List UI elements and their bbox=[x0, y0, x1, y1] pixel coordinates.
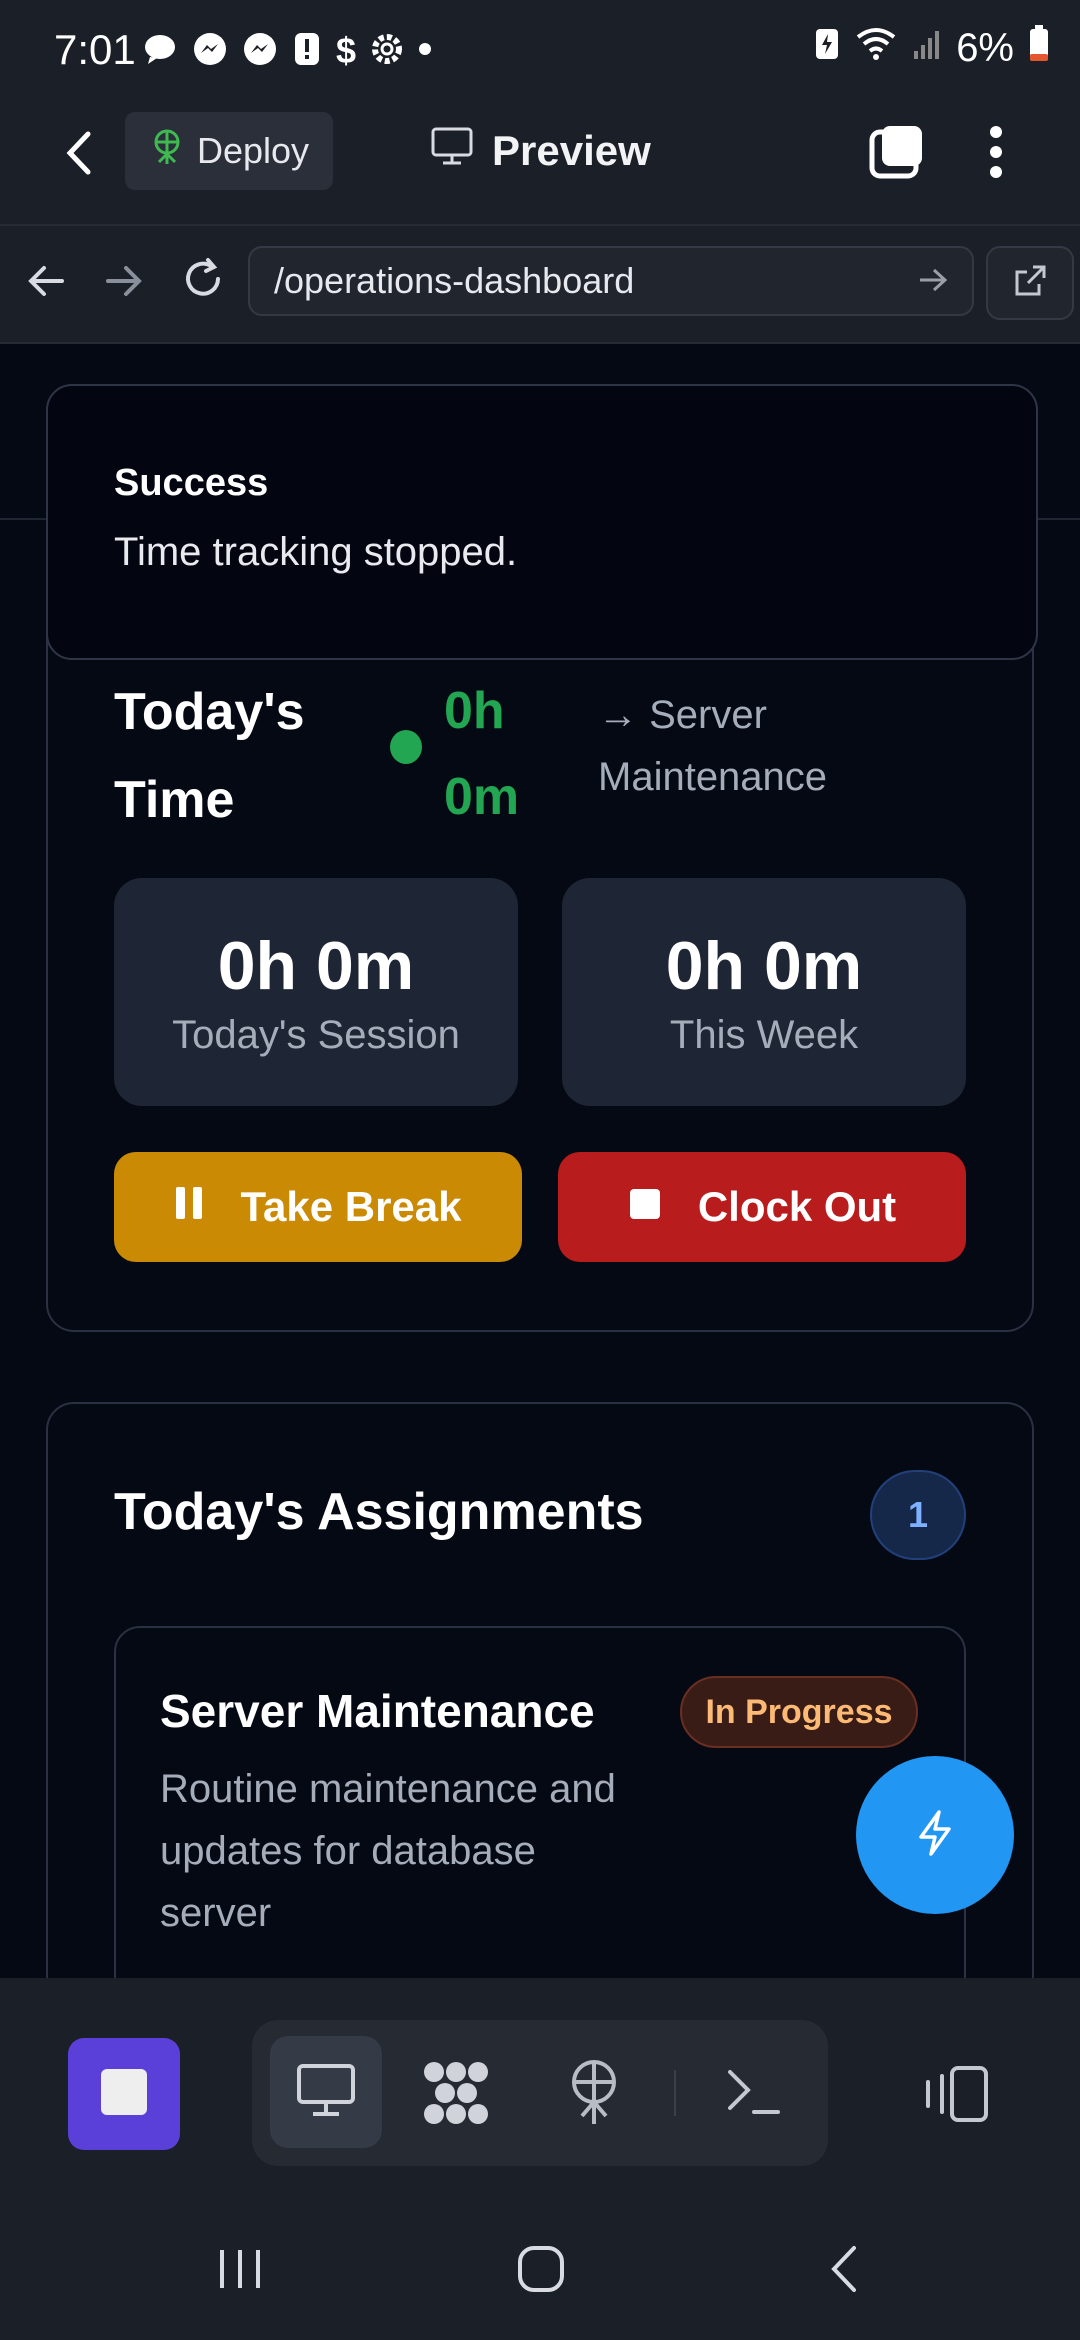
take-break-label: Take Break bbox=[240, 1183, 462, 1230]
preview-tab[interactable]: Preview bbox=[430, 126, 651, 176]
signal-icon bbox=[912, 26, 942, 71]
battery-saver-icon bbox=[814, 25, 840, 71]
nav-back-icon[interactable] bbox=[26, 262, 66, 305]
terminal-icon[interactable] bbox=[726, 2066, 782, 2123]
quick-action-button[interactable] bbox=[856, 1756, 1014, 1914]
url-input[interactable]: /operations-dashboard bbox=[248, 246, 974, 316]
stat-label: Today's Session bbox=[172, 1012, 460, 1057]
stop-icon bbox=[99, 2067, 149, 2122]
stop-icon bbox=[628, 1183, 662, 1231]
wifi-icon bbox=[854, 25, 898, 71]
today-session-stat: 0h 0m Today's Session bbox=[114, 878, 518, 1106]
status-time: 7:01 bbox=[54, 26, 136, 73]
deploy-icon[interactable] bbox=[566, 2058, 622, 2133]
dock-preview-button[interactable] bbox=[270, 2036, 382, 2148]
tabs-icon[interactable] bbox=[868, 124, 926, 187]
home-icon[interactable] bbox=[516, 2244, 566, 2299]
clock-out-button[interactable]: Clock Out bbox=[558, 1152, 966, 1262]
back-icon[interactable] bbox=[60, 128, 100, 183]
battery-percent: 6% bbox=[956, 25, 1014, 70]
system-back-icon[interactable] bbox=[826, 2244, 860, 2299]
stop-run-button[interactable] bbox=[68, 2038, 180, 2150]
this-week-stat: 0h 0m This Week bbox=[562, 878, 966, 1106]
url-text: /operations-dashboard bbox=[274, 260, 635, 301]
nav-forward-icon[interactable] bbox=[104, 262, 144, 305]
toast-message: Time tracking stopped. bbox=[114, 530, 518, 574]
assignment-description: Routine maintenance and updates for data… bbox=[160, 1767, 616, 1935]
go-arrow-icon[interactable] bbox=[918, 260, 948, 302]
recent-apps-icon[interactable] bbox=[216, 2246, 264, 2297]
today-time-value: 0h 0m bbox=[444, 682, 520, 826]
deploy-icon bbox=[149, 128, 185, 175]
preview-label: Preview bbox=[492, 127, 651, 174]
settings-icon bbox=[370, 32, 404, 71]
monitor-icon bbox=[430, 126, 474, 176]
messenger-icon bbox=[192, 31, 228, 72]
toast-title: Success bbox=[114, 462, 269, 504]
alert-icon bbox=[292, 31, 322, 72]
current-task: → Server Maintenance bbox=[598, 693, 828, 799]
more-options-icon[interactable] bbox=[988, 124, 1004, 185]
devices-icon[interactable] bbox=[922, 2064, 990, 2129]
deploy-button[interactable]: Deploy bbox=[125, 112, 333, 190]
deploy-label: Deploy bbox=[196, 130, 310, 171]
assignment-name: Server Maintenance bbox=[160, 1685, 595, 1737]
external-link-icon bbox=[1013, 264, 1047, 303]
stat-value: 0h 0m bbox=[217, 927, 415, 1004]
lightning-icon bbox=[913, 1809, 957, 1862]
take-break-button[interactable]: Take Break bbox=[114, 1152, 522, 1262]
reload-icon[interactable] bbox=[180, 256, 226, 307]
dot-icon bbox=[418, 42, 432, 61]
assignments-heading: Today's Assignments bbox=[114, 1483, 644, 1541]
pause-icon bbox=[174, 1183, 204, 1231]
dock-separator bbox=[674, 2070, 676, 2116]
status-system-icons: 6% bbox=[814, 24, 1050, 72]
battery-icon bbox=[1028, 24, 1050, 72]
stat-value: 0h 0m bbox=[665, 927, 863, 1004]
open-external-button[interactable] bbox=[986, 246, 1074, 320]
dollar-icon: $ bbox=[336, 30, 357, 71]
messenger-icon bbox=[242, 31, 278, 72]
status-notification-icons: $ bbox=[142, 30, 432, 72]
monitor-icon bbox=[295, 2062, 357, 2123]
active-status-dot bbox=[390, 730, 422, 764]
clock-out-label: Clock Out bbox=[697, 1183, 897, 1230]
success-toast[interactable] bbox=[46, 384, 1038, 660]
stat-label: This Week bbox=[669, 1012, 859, 1057]
chat-icon bbox=[142, 31, 178, 72]
assignments-count-badge: 1 bbox=[870, 1470, 966, 1560]
status-badge: In Progress bbox=[680, 1676, 918, 1748]
extensions-icon[interactable] bbox=[420, 2060, 492, 2131]
todays-time-heading: Today's Time bbox=[114, 683, 305, 829]
